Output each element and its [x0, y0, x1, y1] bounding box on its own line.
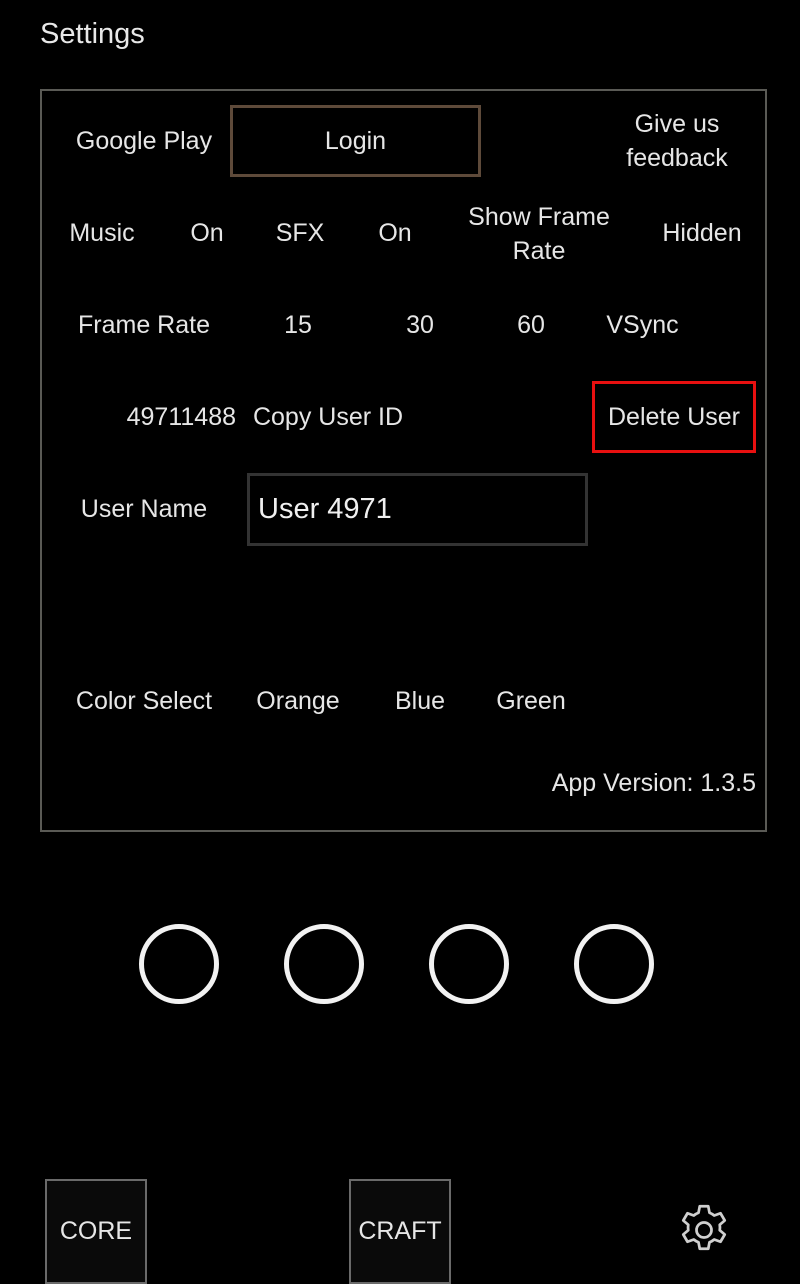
- settings-nav-button[interactable]: [674, 1200, 734, 1260]
- color-option-blue[interactable]: Blue: [380, 665, 460, 737]
- feedback-button[interactable]: Give us feedback: [599, 105, 755, 177]
- frame-rate-label: Frame Rate: [78, 311, 210, 339]
- craft-nav-button[interactable]: CRAFT: [349, 1179, 451, 1284]
- frame-rate-option-60[interactable]: 60: [495, 289, 567, 361]
- music-toggle[interactable]: On: [171, 197, 243, 269]
- slot-circle-3[interactable]: [429, 924, 509, 1004]
- slot-circle-4[interactable]: [574, 924, 654, 1004]
- frame-rate-option-15[interactable]: 15: [262, 289, 334, 361]
- slot-circle-1[interactable]: [139, 924, 219, 1004]
- copy-user-id-button[interactable]: Copy User ID: [247, 381, 409, 453]
- show-frame-rate-toggle[interactable]: Hidden: [648, 197, 756, 269]
- core-nav-button[interactable]: CORE: [45, 1179, 147, 1284]
- user-name-input[interactable]: [247, 473, 588, 546]
- color-select-label: Color Select: [75, 687, 213, 715]
- sfx-label: SFX: [275, 219, 325, 247]
- color-option-orange[interactable]: Orange: [250, 665, 346, 737]
- music-label: Music: [69, 219, 135, 247]
- login-button[interactable]: Login: [230, 105, 481, 177]
- frame-rate-option-30[interactable]: 30: [384, 289, 456, 361]
- user-id-value: 49711488: [126, 403, 236, 431]
- frame-rate-option-vsync[interactable]: VSync: [595, 289, 690, 361]
- page-title: Settings: [40, 18, 145, 50]
- gear-icon: [681, 1204, 727, 1251]
- delete-user-button[interactable]: Delete User: [592, 381, 756, 453]
- user-name-label: User Name: [80, 495, 208, 523]
- sfx-toggle[interactable]: On: [359, 197, 431, 269]
- google-play-label: Google Play: [75, 127, 213, 155]
- color-option-green[interactable]: Green: [490, 665, 572, 737]
- app-version: App Version: 1.3.5: [551, 769, 756, 797]
- slot-circle-2[interactable]: [284, 924, 364, 1004]
- show-frame-rate-label: Show Frame Rate: [468, 203, 610, 265]
